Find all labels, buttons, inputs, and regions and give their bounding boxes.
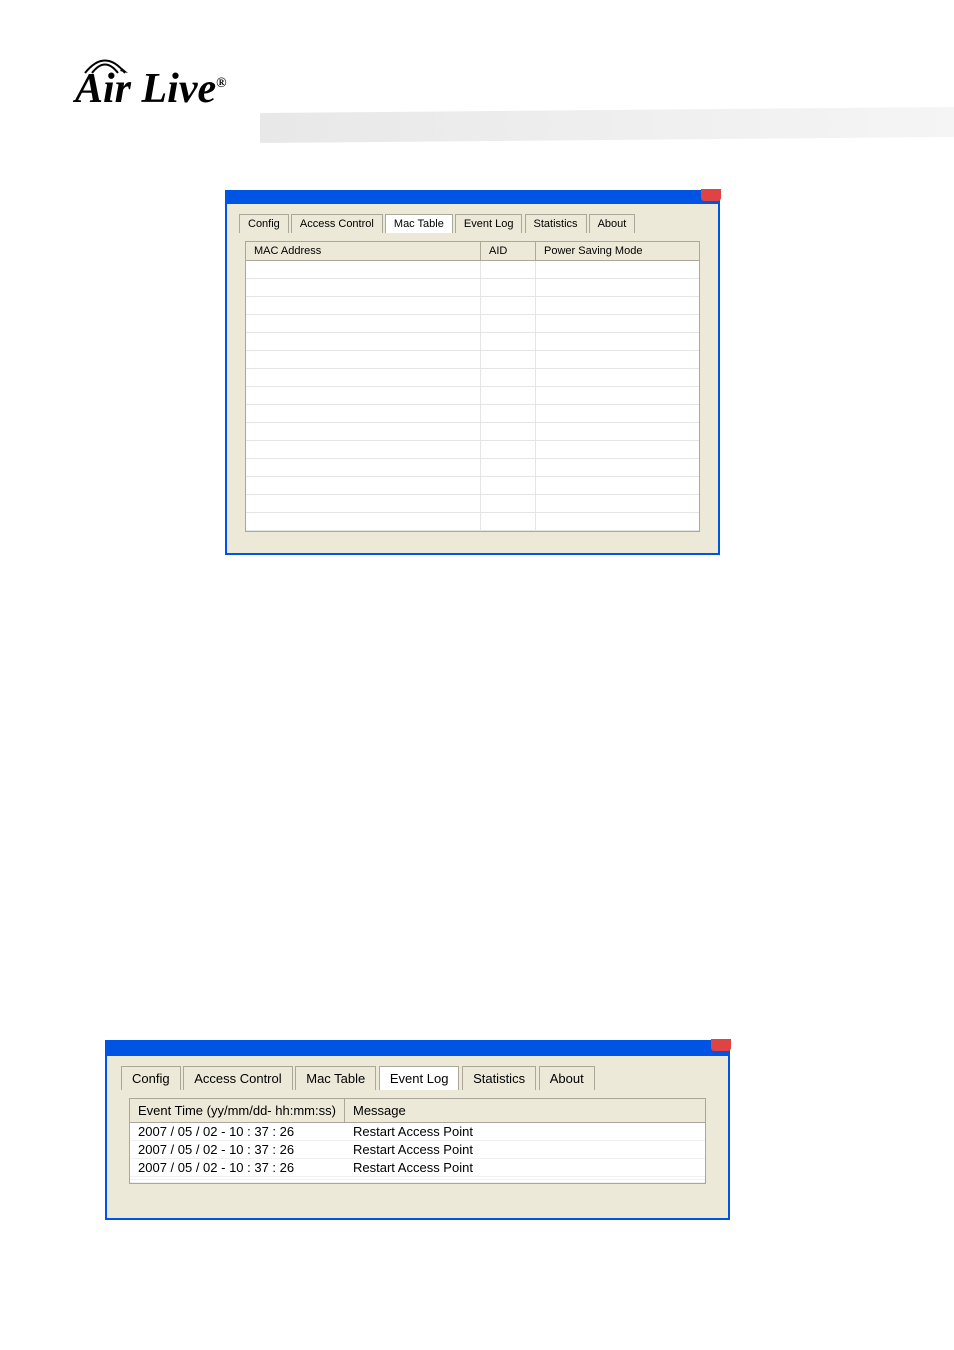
table-row (246, 477, 699, 495)
table-row: 2007 / 05 / 02 - 10 : 37 : 26 Restart Ac… (130, 1141, 705, 1159)
wifi-icon (80, 53, 130, 78)
table-row: 2007 / 05 / 02 - 10 : 37 : 26 Restart Ac… (130, 1159, 705, 1177)
close-icon[interactable] (711, 1039, 731, 1051)
table-row (246, 351, 699, 369)
tab-bar: Config Access Control Mac Table Event Lo… (107, 1056, 728, 1090)
tab-statistics[interactable]: Statistics (525, 214, 587, 233)
table-header: Event Time (yy/mm/dd- hh:mm:ss) Message (130, 1099, 705, 1123)
table-row (246, 297, 699, 315)
window-titlebar (107, 1042, 728, 1056)
column-power-saving-mode[interactable]: Power Saving Mode (536, 242, 686, 260)
tab-access-control[interactable]: Access Control (183, 1066, 292, 1090)
cell-message: Restart Access Point (345, 1123, 705, 1140)
cell-time: 2007 / 05 / 02 - 10 : 37 : 26 (130, 1159, 345, 1176)
tab-bar: Config Access Control Mac Table Event Lo… (227, 204, 718, 233)
table-row (246, 315, 699, 333)
cell-message: Restart Access Point (345, 1159, 705, 1176)
tab-about[interactable]: About (539, 1066, 595, 1090)
table-row (246, 495, 699, 513)
tab-mac-table[interactable]: Mac Table (295, 1066, 376, 1090)
table-row (246, 441, 699, 459)
table-row: 2007 / 05 / 02 - 10 : 37 : 26 Restart Ac… (130, 1123, 705, 1141)
event-log-window: Config Access Control Mac Table Event Lo… (105, 1040, 730, 1220)
column-aid[interactable]: AID (481, 242, 536, 260)
table-row (246, 405, 699, 423)
event-log-table: Event Time (yy/mm/dd- hh:mm:ss) Message … (129, 1098, 706, 1184)
cell-time: 2007 / 05 / 02 - 10 : 37 : 26 (130, 1123, 345, 1140)
table-row (246, 261, 699, 279)
tab-config[interactable]: Config (121, 1066, 181, 1090)
mac-table: MAC Address AID Power Saving Mode (245, 241, 700, 532)
tab-config[interactable]: Config (239, 214, 289, 233)
close-icon[interactable] (701, 189, 721, 201)
cell-time: 2007 / 05 / 02 - 10 : 37 : 26 (130, 1141, 345, 1158)
logo-trademark: ® (216, 76, 226, 91)
table-row (246, 369, 699, 387)
mac-table-window: Config Access Control Mac Table Event Lo… (225, 190, 720, 555)
tab-statistics[interactable]: Statistics (462, 1066, 536, 1090)
window-titlebar (227, 192, 718, 204)
table-row (130, 1180, 705, 1183)
column-event-time[interactable]: Event Time (yy/mm/dd- hh:mm:ss) (130, 1099, 345, 1122)
tab-access-control[interactable]: Access Control (291, 214, 383, 233)
table-row (246, 513, 699, 531)
table-header: MAC Address AID Power Saving Mode (246, 242, 699, 261)
column-message[interactable]: Message (345, 1099, 705, 1122)
table-row (246, 387, 699, 405)
brand-logo: Air Live® (75, 65, 227, 113)
column-mac-address[interactable]: MAC Address (246, 242, 481, 260)
header-divider (260, 107, 954, 143)
tab-event-log[interactable]: Event Log (379, 1066, 460, 1090)
tab-event-log[interactable]: Event Log (455, 214, 523, 233)
table-row (246, 333, 699, 351)
tab-mac-table[interactable]: Mac Table (385, 214, 453, 233)
table-row (246, 279, 699, 297)
cell-message: Restart Access Point (345, 1141, 705, 1158)
table-row (246, 459, 699, 477)
table-row (246, 423, 699, 441)
tab-about[interactable]: About (589, 214, 636, 233)
